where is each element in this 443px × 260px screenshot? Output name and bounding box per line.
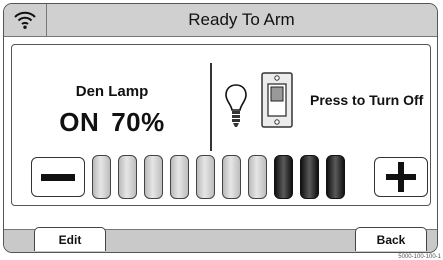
plus-icon (386, 162, 416, 192)
header-bar: Ready To Arm (4, 4, 437, 37)
level-segment-8[interactable] (274, 155, 293, 199)
device-state: ON (59, 107, 100, 137)
device-name: Den Lamp (75, 83, 149, 100)
edit-button[interactable]: Edit (34, 227, 106, 251)
level-segment-6[interactable] (222, 155, 241, 199)
level-segment-7[interactable] (248, 155, 267, 199)
device-status: ON 70% (42, 107, 182, 138)
wifi-icon (14, 11, 36, 29)
wifi-status (4, 4, 47, 36)
back-button[interactable]: Back (355, 227, 427, 251)
device-level: 70% (111, 107, 165, 137)
level-segment-4[interactable] (170, 155, 189, 199)
level-segment-5[interactable] (196, 155, 215, 199)
level-segment-9[interactable] (300, 155, 319, 199)
minus-icon (41, 173, 75, 181)
divider (210, 63, 212, 151)
image-id-text: 5000-100-100-1 (398, 254, 441, 260)
device-control-panel: Den Lamp ON 70% Press to Turn Off (11, 44, 431, 206)
level-segment-3[interactable] (144, 155, 163, 199)
wall-switch-icon[interactable] (261, 72, 293, 128)
footer-bar: Edit Back (4, 227, 437, 252)
level-segment-2[interactable] (118, 155, 137, 199)
status-title: Ready To Arm (188, 10, 295, 29)
touchscreen-frame: Ready To Arm Den Lamp ON 70% Press to Tur… (3, 3, 438, 253)
level-segment-1[interactable] (92, 155, 111, 199)
light-bulb-icon[interactable] (224, 83, 248, 129)
level-segment-10[interactable] (326, 155, 345, 199)
toggle-label[interactable]: Press to Turn Off (310, 92, 423, 108)
increase-button[interactable] (374, 157, 428, 197)
decrease-button[interactable] (31, 157, 85, 197)
